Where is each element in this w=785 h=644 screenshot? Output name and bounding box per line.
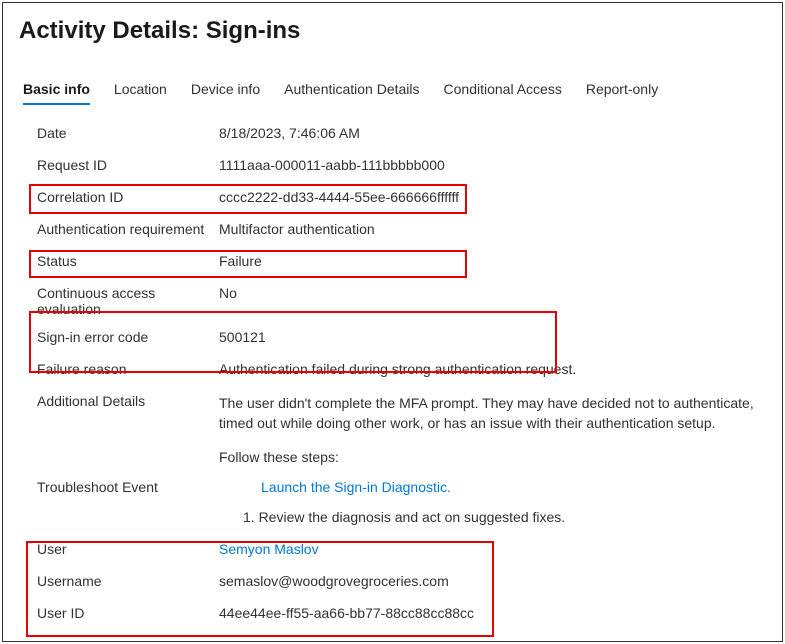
label-status: Status bbox=[37, 253, 219, 269]
tab-bar: Basic info Location Device info Authenti… bbox=[19, 81, 766, 105]
label-user-id: User ID bbox=[37, 605, 219, 621]
page-title: Activity Details: Sign-ins bbox=[19, 17, 766, 45]
row-user: User Semyon Maslov bbox=[37, 535, 766, 567]
value-user-id: 44ee44ee-ff55-aa66-bb77-88cc88cc88cc bbox=[219, 605, 766, 621]
value-auth-requirement: Multifactor authentication bbox=[219, 221, 766, 237]
label-correlation-id: Correlation ID bbox=[37, 189, 219, 205]
tab-report-only[interactable]: Report-only bbox=[586, 81, 658, 105]
row-username: Username semaslov@woodgrovegroceries.com bbox=[37, 567, 766, 599]
row-troubleshoot: Troubleshoot Event Follow these steps: L… bbox=[37, 440, 766, 535]
tab-conditional-access[interactable]: Conditional Access bbox=[444, 81, 562, 105]
row-correlation-id: Correlation ID cccc2222-dd33-4444-55ee-6… bbox=[37, 183, 766, 215]
row-user-id: User ID 44ee44ee-ff55-aa66-bb77-88cc88cc… bbox=[37, 599, 766, 631]
label-error-code: Sign-in error code bbox=[37, 329, 219, 345]
value-additional-details: The user didn't complete the MFA prompt.… bbox=[219, 393, 766, 434]
row-failure-reason: Failure reason Authentication failed dur… bbox=[37, 355, 766, 387]
value-troubleshoot: Follow these steps: Launch the Sign-in D… bbox=[219, 446, 766, 529]
tab-basic-info[interactable]: Basic info bbox=[23, 81, 90, 105]
row-request-id: Request ID 1111aaa-000011-aabb-111bbbbb0… bbox=[37, 151, 766, 183]
value-user: Semyon Maslov bbox=[219, 541, 766, 557]
row-auth-requirement: Authentication requirement Multifactor a… bbox=[37, 215, 766, 247]
troubleshoot-step-1: 1. Review the diagnosis and act on sugge… bbox=[243, 506, 766, 528]
row-error-code: Sign-in error code 500121 bbox=[37, 323, 766, 355]
label-additional-details: Additional Details bbox=[37, 393, 219, 409]
value-status: Failure bbox=[219, 253, 766, 269]
label-troubleshoot: Troubleshoot Event bbox=[37, 479, 219, 495]
value-username: semaslov@woodgrovegroceries.com bbox=[219, 573, 766, 589]
value-failure-reason: Authentication failed during strong auth… bbox=[219, 361, 766, 377]
value-cae: No bbox=[219, 285, 766, 301]
value-error-code: 500121 bbox=[219, 329, 766, 345]
label-failure-reason: Failure reason bbox=[37, 361, 219, 377]
label-cae: Continuous access evaluation bbox=[37, 285, 219, 317]
label-date: Date bbox=[37, 125, 219, 141]
row-cae: Continuous access evaluation No bbox=[37, 279, 766, 323]
label-username: Username bbox=[37, 573, 219, 589]
launch-diagnostic-link[interactable]: Launch the Sign-in Diagnostic. bbox=[261, 476, 766, 498]
label-auth-requirement: Authentication requirement bbox=[37, 221, 219, 237]
row-status: Status Failure bbox=[37, 247, 766, 279]
tab-location[interactable]: Location bbox=[114, 81, 167, 105]
value-request-id: 1111aaa-000011-aabb-111bbbbb000 bbox=[219, 157, 766, 173]
row-additional-details: Additional Details The user didn't compl… bbox=[37, 387, 766, 440]
tab-authentication-details[interactable]: Authentication Details bbox=[284, 81, 419, 105]
troubleshoot-intro: Follow these steps: bbox=[219, 446, 766, 468]
value-date: 8/18/2023, 7:46:06 AM bbox=[219, 125, 766, 141]
activity-details-panel: Activity Details: Sign-ins Basic info Lo… bbox=[2, 2, 783, 642]
label-user: User bbox=[37, 541, 219, 557]
user-link[interactable]: Semyon Maslov bbox=[219, 541, 319, 557]
row-date: Date 8/18/2023, 7:46:06 AM bbox=[37, 119, 766, 151]
details-rows: Date 8/18/2023, 7:46:06 AM Request ID 11… bbox=[19, 115, 766, 631]
tab-device-info[interactable]: Device info bbox=[191, 81, 260, 105]
value-correlation-id: cccc2222-dd33-4444-55ee-666666ffffff bbox=[219, 189, 766, 205]
label-request-id: Request ID bbox=[37, 157, 219, 173]
